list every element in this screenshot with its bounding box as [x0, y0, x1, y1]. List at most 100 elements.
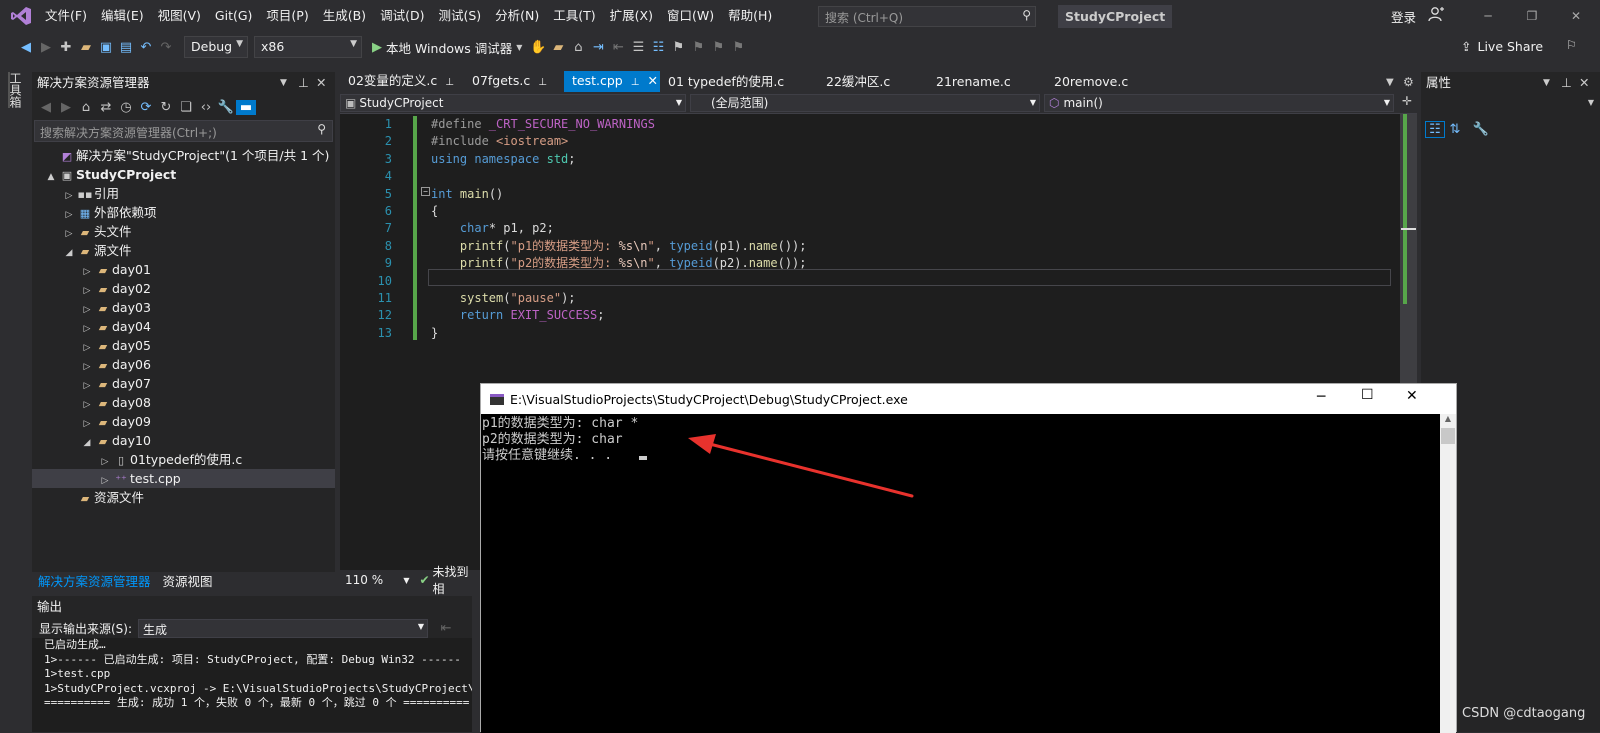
- tree-item[interactable]: ▷ ▰ 头文件: [32, 222, 335, 241]
- member-dropdown[interactable]: ⬡ main() ▼: [1044, 94, 1394, 112]
- tree-item[interactable]: ▷ ▰ day07: [32, 374, 335, 393]
- pin-icon[interactable]: ⊥: [538, 77, 547, 88]
- console-scrollbar[interactable]: ▲: [1440, 414, 1456, 733]
- toolbox-tab[interactable]: 工具箱: [8, 72, 24, 108]
- collapse-icon[interactable]: −: [421, 187, 430, 196]
- menu-item-10[interactable]: 扩展(X): [603, 0, 660, 32]
- forward-icon[interactable]: ▶: [36, 40, 56, 55]
- start-debugging-button[interactable]: ▶ 本地 Windows 调试器 ▼: [372, 38, 522, 57]
- document-tab[interactable]: 02变量的定义.c ⊥: [340, 71, 464, 93]
- tree-item[interactable]: ▷ ▯ 01typedef的使用.c: [32, 450, 335, 469]
- tree-item[interactable]: ▷ ▰ day08: [32, 393, 335, 412]
- solution-search-input[interactable]: 搜索解决方案资源管理器(Ctrl+;) ⚲: [34, 120, 333, 142]
- platform-select[interactable]: x86 ▼: [254, 36, 362, 58]
- tree-item[interactable]: ▷ ▰ day01: [32, 260, 335, 279]
- refresh-icon[interactable]: ↻: [156, 100, 176, 115]
- collapse-all-icon[interactable]: ▬: [236, 99, 256, 115]
- feedback-icon[interactable]: ⚐: [1566, 38, 1577, 52]
- properties-icon[interactable]: 🔧: [216, 100, 236, 115]
- console-output[interactable]: p1的数据类型为: char * p2的数据类型为: char 请按任意键继续. .…: [481, 414, 1440, 733]
- save-all-icon[interactable]: ▤: [116, 40, 136, 55]
- undo-icon[interactable]: ↶: [136, 40, 156, 55]
- pin-icon[interactable]: ⊥: [1561, 72, 1572, 94]
- tab-resource-view[interactable]: 资源视图: [157, 572, 219, 592]
- menu-item-6[interactable]: 调试(D): [373, 0, 431, 32]
- tree-item[interactable]: ▷ ▰ day04: [32, 317, 335, 336]
- tree-item[interactable]: ▷ ⁺⁺ test.cpp: [32, 469, 335, 488]
- menu-item-5[interactable]: 生成(B): [316, 0, 373, 32]
- tree-item[interactable]: ▷ ▰ day06: [32, 355, 335, 374]
- document-tab[interactable]: 01 typedef的使用.c: [660, 72, 818, 92]
- tree-item[interactable]: ▷ ▰ day05: [32, 336, 335, 355]
- document-tab[interactable]: 22缓冲区.c: [818, 72, 928, 92]
- tree-item[interactable]: ▷ ▰ day02: [32, 279, 335, 298]
- tree-item[interactable]: ◢ ▰ 源文件: [32, 241, 335, 260]
- document-tab[interactable]: 07fgets.c ⊥: [464, 71, 564, 93]
- redo-icon[interactable]: ↷: [156, 40, 176, 55]
- home-icon[interactable]: ⌂: [76, 100, 96, 115]
- menu-item-1[interactable]: 编辑(E): [94, 0, 151, 32]
- menu-item-4[interactable]: 项目(P): [259, 0, 315, 32]
- login-link[interactable]: 登录: [1391, 7, 1416, 26]
- tab-solution-explorer[interactable]: 解决方案资源管理器: [32, 572, 157, 592]
- scroll-thumb[interactable]: [1441, 428, 1455, 444]
- split-icon[interactable]: ✛: [1402, 94, 1412, 108]
- user-icon[interactable]: [1428, 6, 1444, 22]
- project-dropdown[interactable]: ▣ StudyCProject ▼: [340, 94, 686, 112]
- categorized-icon[interactable]: ☷: [1425, 120, 1445, 138]
- properties-object-select[interactable]: ▼: [1421, 94, 1600, 116]
- live-share-button[interactable]: ⇪ Live Share: [1461, 39, 1543, 54]
- back-icon[interactable]: ◀: [16, 40, 36, 55]
- restore-icon[interactable]: ❐: [1512, 4, 1552, 28]
- tree-item[interactable]: ▲ ▣ StudyCProject: [32, 165, 335, 184]
- solution-explorer-icon[interactable]: ⌂: [568, 40, 588, 55]
- menu-item-12[interactable]: 帮助(H): [721, 0, 779, 32]
- configuration-select[interactable]: Debug ▼: [184, 36, 248, 58]
- tree-item[interactable]: ◩ 解决方案"StudyCProject"(1 个项目/共 1 个): [32, 146, 335, 165]
- output-source-select[interactable]: 生成 ▼: [138, 618, 429, 638]
- view-code-icon[interactable]: ‹›: [196, 100, 216, 115]
- comment-icon[interactable]: ☰: [628, 40, 648, 55]
- pin-icon[interactable]: ⊥: [631, 77, 640, 88]
- tab-overflow-icon[interactable]: ▼: [1386, 77, 1394, 88]
- bookmark-icon[interactable]: ⚑: [668, 40, 688, 55]
- switch-views-icon[interactable]: ⇄: [96, 100, 116, 115]
- console-maximize-icon[interactable]: ☐: [1361, 387, 1374, 403]
- tree-item[interactable]: ▷ ▰ day09: [32, 412, 335, 431]
- menu-item-7[interactable]: 测试(S): [431, 0, 488, 32]
- zoom-level[interactable]: 110 %: [340, 573, 403, 587]
- menu-item-2[interactable]: 视图(V): [151, 0, 208, 32]
- document-tab[interactable]: 21rename.c: [928, 72, 1046, 92]
- document-tab[interactable]: 20remove.c: [1046, 72, 1156, 92]
- scroll-thumb[interactable]: [1401, 228, 1416, 230]
- scroll-up-icon[interactable]: ▲: [1440, 414, 1456, 428]
- close-tab-icon[interactable]: ✕: [647, 73, 657, 88]
- tree-item[interactable]: ▰ 资源文件: [32, 488, 335, 507]
- console-minimize-icon[interactable]: ─: [1317, 389, 1325, 405]
- search-box[interactable]: 搜索 (Ctrl+Q) ⚲: [818, 6, 1036, 27]
- history-icon[interactable]: ◷: [116, 100, 136, 115]
- close-panel-icon[interactable]: ✕: [316, 72, 326, 94]
- menu-item-0[interactable]: 文件(F): [38, 0, 94, 32]
- tree-item[interactable]: ◢ ▰ day10: [32, 431, 335, 450]
- pin-icon[interactable]: ⊥: [298, 72, 309, 94]
- issues-status[interactable]: 未找到相: [433, 563, 480, 597]
- save-icon[interactable]: ▣: [96, 40, 116, 55]
- uncomment-icon[interactable]: ☷: [648, 40, 668, 55]
- close-icon[interactable]: ✕: [1556, 4, 1596, 28]
- window-position-icon[interactable]: ▼: [280, 72, 287, 94]
- document-tab[interactable]: test.cpp ⊥ ✕: [564, 71, 660, 93]
- menu-item-8[interactable]: 分析(N): [488, 0, 546, 32]
- console-close-icon[interactable]: ✕: [1406, 388, 1418, 404]
- show-all-files-icon[interactable]: ❏: [176, 100, 196, 115]
- tree-item[interactable]: ▷ ▪▪ 引用: [32, 184, 335, 203]
- alphabetical-icon[interactable]: ⇅: [1445, 122, 1465, 137]
- menu-item-9[interactable]: 工具(T): [546, 0, 602, 32]
- property-pages-icon[interactable]: 🔧: [1471, 122, 1491, 137]
- scope-dropdown[interactable]: (全局范围) ▼: [690, 94, 1040, 112]
- indent-icon[interactable]: ⇥: [588, 40, 608, 55]
- window-position-icon[interactable]: ▼: [1543, 72, 1550, 94]
- new-project-icon[interactable]: ✚: [56, 40, 76, 55]
- output-text[interactable]: 已启动生成… 1>------ 已启动生成: 项目: StudyCProject,…: [32, 638, 472, 732]
- minimize-icon[interactable]: ─: [1468, 4, 1508, 28]
